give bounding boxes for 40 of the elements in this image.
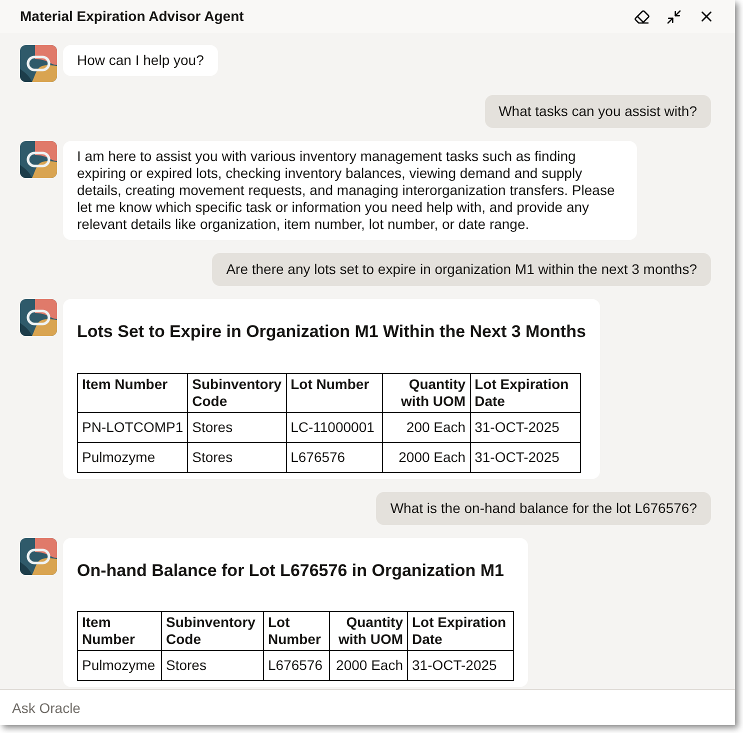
table-cell: Stores <box>188 412 286 442</box>
agent-avatar-icon <box>20 299 57 336</box>
user-message: What tasks can you assist with? <box>484 95 711 128</box>
table-cell: LC-11000001 <box>286 412 382 442</box>
window-title: Material Expiration Advisor Agent <box>20 7 245 26</box>
column-header: Item Number <box>78 612 162 650</box>
column-header: Subinventory Code <box>162 612 264 650</box>
agent-avatar-icon <box>20 45 57 82</box>
table-cell: 31-OCT-2025 <box>470 442 580 472</box>
result-heading: On-hand Balance for Lot L676576 in Organization M1 <box>77 560 505 582</box>
column-header: Quantity with UOM <box>330 612 408 650</box>
agent-avatar-icon <box>20 538 57 574</box>
table-cell: Stores <box>188 442 286 472</box>
collapse-icon[interactable] <box>666 8 682 24</box>
table-cell: 200 Each <box>382 412 470 442</box>
column-header: Lot Expiration Date <box>408 612 514 650</box>
table-cell: Pulmozyme <box>78 650 162 680</box>
column-header: Lot Number <box>286 373 382 412</box>
result-heading: Lots Set to Expire in Organization M1 Within the Next 3 Months <box>77 321 586 343</box>
column-header: Subinventory Code <box>188 373 286 412</box>
eraser-icon[interactable] <box>634 8 650 24</box>
agent-message: How can I help you? <box>63 45 218 76</box>
column-header: Lot Expiration Date <box>470 373 580 412</box>
user-message: Are there any lots set to expire in organization M1 within the next 3 months? <box>212 253 711 286</box>
user-message: What is the on-hand balance for the lot L676576? <box>376 492 711 524</box>
table-cell: 31-OCT-2025 <box>470 412 580 442</box>
agent-avatar-icon <box>20 141 57 178</box>
table-cell: 31-OCT-2025 <box>408 650 514 680</box>
agent-message: I am here to assist you with various inventory management tasks such as finding expiring or expired lots, checking inventory balances, viewing demand and supply details, creating movement requests, and managing interorganization transfers. Please let me know which specific task or information you need help with, and provide any relevant details like organization, item number, lot number, or date range. <box>63 141 637 240</box>
table-cell: Stores <box>162 650 264 680</box>
table-cell: PN-LOTCOMP1 <box>78 412 188 442</box>
message-input[interactable]: Ask Oracle <box>0 689 735 725</box>
table-cell: L676576 <box>286 442 382 472</box>
column-header: Lot Number <box>264 612 330 650</box>
column-header: Item Number <box>78 373 188 412</box>
table-cell: L676576 <box>264 650 330 680</box>
table-cell: 2000 Each <box>330 650 408 680</box>
column-header: Quantity with UOM <box>382 373 470 412</box>
table-cell: 2000 Each <box>382 442 470 472</box>
table-cell: Pulmozyme <box>78 442 188 472</box>
